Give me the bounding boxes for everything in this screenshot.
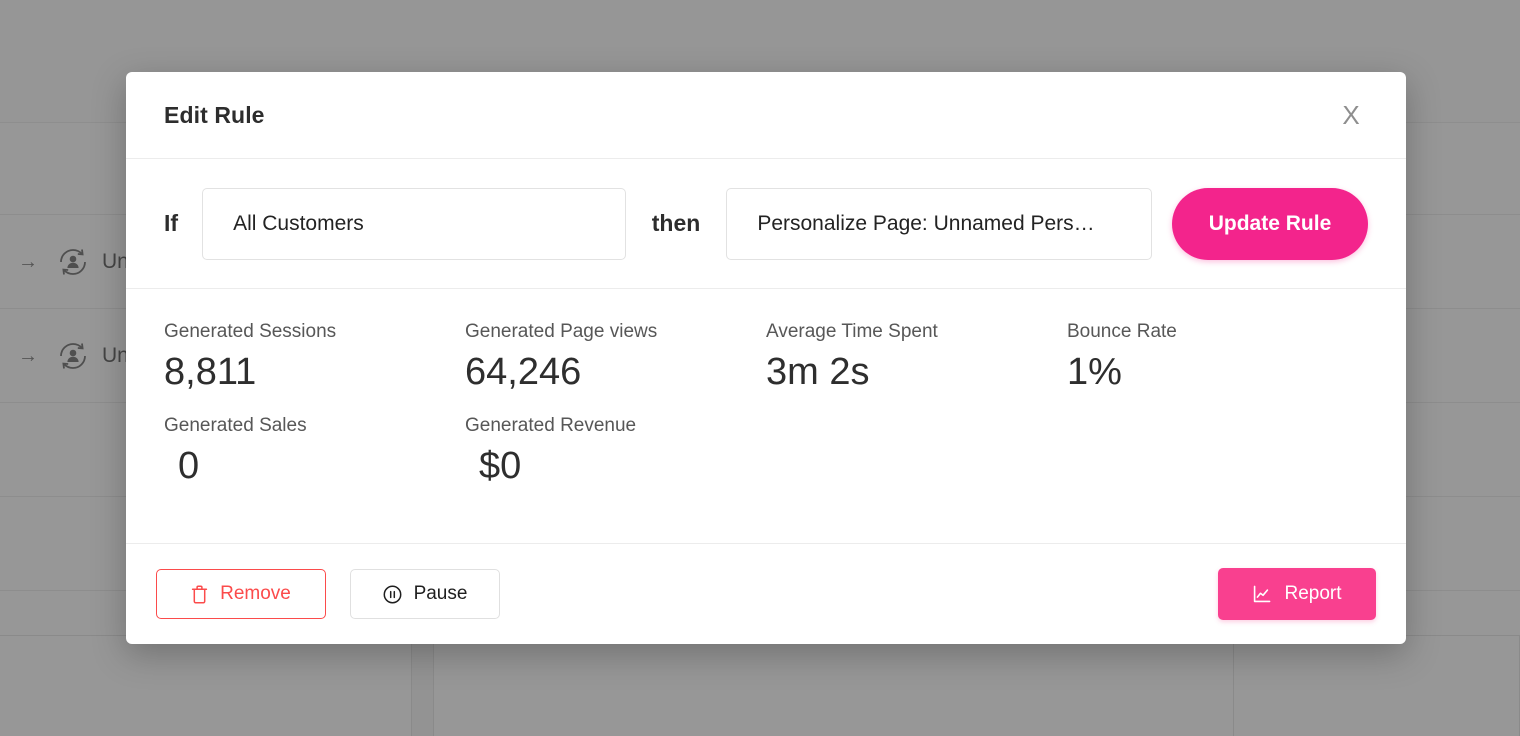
stat-value: $0: [479, 444, 522, 487]
stat-generated-page-views: Generated Page views 64,246: [465, 321, 766, 393]
stat-value: 1%: [1067, 351, 1122, 393]
stat-value: 8,811: [164, 351, 257, 393]
stat-label: Average Time Spent: [766, 321, 938, 342]
stats-row: Generated Sales 0 Generated Revenue $0: [164, 415, 1368, 487]
pause-button-label: Pause: [413, 583, 468, 604]
if-label: If: [164, 210, 179, 236]
line-chart-icon: [1252, 584, 1272, 604]
trash-icon: [191, 585, 208, 604]
footer-left-actions: Remove Pause: [156, 569, 500, 619]
stat-average-time-spent: Average Time Spent 3m 2s: [766, 321, 1067, 393]
stat-label: Generated Sessions: [164, 321, 337, 342]
stat-generated-sales: Generated Sales 0: [164, 415, 465, 487]
stat-label: Generated Page views: [465, 321, 658, 342]
report-button-label: Report: [1284, 583, 1342, 604]
modal-header: Edit Rule X: [126, 72, 1406, 159]
stat-spacer: [766, 415, 1067, 487]
stat-value: 3m 2s: [766, 351, 870, 393]
segment-select[interactable]: All Customers: [202, 187, 626, 260]
report-button[interactable]: Report: [1218, 568, 1376, 620]
stat-value: 64,246: [465, 351, 582, 393]
stat-spacer: [1067, 415, 1368, 487]
stat-label: Generated Sales: [164, 414, 307, 436]
then-label: then: [651, 210, 701, 236]
remove-button[interactable]: Remove: [156, 569, 326, 619]
stats-panel: Generated Sessions 8,811 Generated Page …: [126, 289, 1406, 544]
rule-editor-bar: If All Customers then Personalize Page: …: [126, 159, 1406, 289]
stat-value: 0: [178, 444, 200, 487]
close-icon[interactable]: X: [1334, 98, 1368, 132]
stat-generated-revenue: Generated Revenue $0: [465, 415, 766, 487]
stat-bounce-rate: Bounce Rate 1%: [1067, 321, 1368, 393]
edit-rule-modal: Edit Rule X If All Customers then Person…: [126, 72, 1406, 644]
pause-button[interactable]: Pause: [350, 569, 500, 619]
stat-label: Generated Revenue: [465, 414, 637, 436]
stat-label: Bounce Rate: [1067, 321, 1177, 342]
experience-select[interactable]: Personalize Page: Unnamed Pers…: [726, 187, 1152, 260]
stats-row: Generated Sessions 8,811 Generated Page …: [164, 321, 1368, 393]
remove-button-label: Remove: [220, 583, 291, 604]
pause-circle-icon: [383, 585, 402, 604]
update-rule-button[interactable]: Update Rule: [1172, 187, 1368, 260]
modal-footer: Remove Pause Report: [126, 544, 1406, 644]
page-title: Edit Rule: [164, 101, 265, 128]
stat-generated-sessions: Generated Sessions 8,811: [164, 321, 465, 393]
